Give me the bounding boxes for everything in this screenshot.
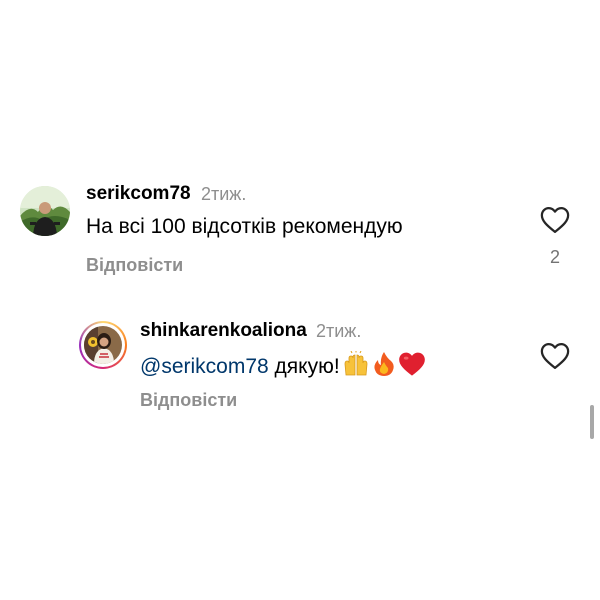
red-heart-icon <box>398 351 426 383</box>
avatar-photo-icon <box>20 186 70 236</box>
avatar-photo-icon <box>84 326 122 364</box>
fire-icon <box>372 351 396 383</box>
comments-screen: serikcom78 2тиж. На всі 100 відсотків ре… <box>0 0 600 600</box>
heart-outline-icon <box>540 207 570 233</box>
reply-timestamp: 2тиж. <box>316 321 362 341</box>
reply-text: @serikcom78 дякую! <box>140 350 426 383</box>
heart-outline-icon <box>540 343 570 369</box>
reply-text-body: дякую! <box>268 355 340 378</box>
raising-hands-icon <box>342 350 370 383</box>
like-count: 2 <box>549 247 560 267</box>
reply-button[interactable]: Відповісти <box>140 390 237 411</box>
mention-link[interactable]: @serikcom78 <box>140 355 269 378</box>
like-button[interactable] <box>540 206 570 239</box>
avatar[interactable] <box>20 186 70 236</box>
like-button[interactable] <box>540 342 570 375</box>
comment-username[interactable]: serikcom78 <box>86 183 191 205</box>
scrollbar[interactable] <box>590 405 594 439</box>
reply-button[interactable]: Відповісти <box>86 255 183 276</box>
comment-text: На всі 100 відсотків рекомендую <box>86 215 403 238</box>
avatar-ring[interactable] <box>79 321 127 369</box>
reply-username[interactable]: shinkarenkoaliona <box>140 320 307 342</box>
comment-timestamp: 2тиж. <box>201 184 247 204</box>
